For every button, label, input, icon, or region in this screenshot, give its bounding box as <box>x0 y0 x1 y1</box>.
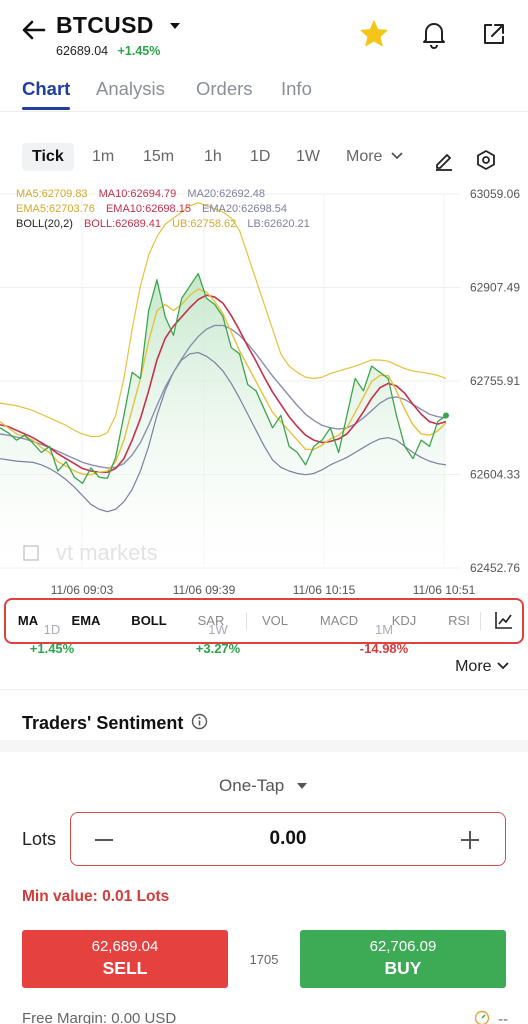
spread-value: 1705 <box>249 952 279 967</box>
buy-price: 62,706.09 <box>369 938 437 955</box>
last-price-dot <box>443 412 449 419</box>
price-chart[interactable]: 63059.06 62907.49 62755.91 62604.33 62452.76… <box>0 182 528 602</box>
sentiment-heading: Traders' Sentiment <box>22 713 208 734</box>
margin-right: -- <box>474 1010 508 1024</box>
caret-down-icon[interactable] <box>167 18 183 34</box>
lots-input[interactable]: 0.00 <box>71 828 505 850</box>
star-icon[interactable] <box>358 18 390 50</box>
legend-boll-value: BOLL:62689.41 <box>83 218 162 230</box>
timeframe-more-label: More <box>346 148 383 165</box>
timeframe-1h[interactable]: 1h <box>204 148 222 166</box>
margin-right-value: -- <box>498 1011 508 1024</box>
sentiment-title: Traders' Sentiment <box>22 713 184 733</box>
legend-ema: EMA5:62703.76 EMA10:62698.15 EMA20:62698… <box>16 203 295 215</box>
timeframe-15m[interactable]: 15m <box>143 148 174 166</box>
performance-more[interactable]: More <box>455 658 510 676</box>
legend-ma: MA5:62709.83 MA10:62694.79 MA20:62692.48 <box>16 188 273 200</box>
perf-label: 1M <box>374 622 394 637</box>
perf-label: 1W <box>208 622 228 637</box>
buy-label: BUY <box>384 958 422 978</box>
draw-pencil-icon[interactable] <box>432 148 456 172</box>
perf-value: -14.98% <box>359 641 409 656</box>
min-value-warning: Min value: 0.01 Lots <box>22 888 170 905</box>
legend-ma20: MA20:62692.48 <box>187 188 266 200</box>
header: BTCUSD 62689.04 +1.45% <box>0 0 528 66</box>
legend-ma5: MA5:62709.83 <box>16 188 88 200</box>
x-tick-label: 11/06 09:03 <box>51 583 114 597</box>
perf-1m: 1M -14.98% <box>360 622 408 656</box>
bell-icon[interactable] <box>418 18 450 50</box>
timeframe-1d[interactable]: 1D <box>250 148 270 166</box>
performance-more-label: More <box>455 658 492 675</box>
legend-ema10: EMA10:62698.15 <box>105 203 191 215</box>
x-tick-label: 11/06 10:15 <box>293 583 356 597</box>
sell-price: 62,689.04 <box>91 938 159 955</box>
section-divider <box>0 740 528 752</box>
tab-analysis[interactable]: Analysis <box>96 78 165 100</box>
legend-lb: LB:62620.21 <box>247 218 310 230</box>
order-type-select[interactable]: One-Tap <box>0 776 528 796</box>
sell-button[interactable]: 62,689.04 SELL <box>22 930 228 988</box>
chevron-down-icon <box>497 662 509 670</box>
timeframe-tick[interactable]: Tick <box>22 143 74 171</box>
lots-label: Lots <box>22 829 57 849</box>
perf-1d: 1D +1.45% <box>30 622 74 656</box>
sell-label: SELL <box>102 958 148 978</box>
order-type-label: One-Tap <box>219 776 285 795</box>
caret-down-icon <box>296 783 307 789</box>
chevron-down-icon <box>391 152 403 160</box>
perf-1w: 1W +3.27% <box>196 622 240 656</box>
settings-hexagon-icon[interactable] <box>474 148 498 172</box>
external-link-icon[interactable] <box>478 18 510 50</box>
header-price: 62689.04 <box>56 44 109 58</box>
plus-icon[interactable] <box>469 831 471 849</box>
legend-ema5: EMA5:62703.76 <box>16 203 95 215</box>
main-tabs: Chart Analysis Orders Info <box>0 72 528 112</box>
watermark-logo: vt markets <box>56 540 157 565</box>
y-tick-label: 63059.06 <box>470 187 520 201</box>
y-tick-label: 62755.91 <box>470 374 520 388</box>
legend-ma10: MA10:62694.79 <box>98 188 177 200</box>
perf-value: +3.27% <box>195 641 241 656</box>
legend-boll-label: BOLL(20,2) <box>16 218 73 230</box>
header-change: +1.45% <box>117 44 161 58</box>
perf-value: +1.45% <box>29 641 75 656</box>
chart-svg[interactable]: 63059.06 62907.49 62755.91 62604.33 62452.76… <box>0 182 528 602</box>
x-tick-label: 11/06 09:39 <box>173 583 236 597</box>
x-tick-label: 11/06 10:51 <box>413 583 476 597</box>
perf-label: 1D <box>43 622 61 637</box>
tab-info[interactable]: Info <box>281 78 312 100</box>
buy-button[interactable]: 62,706.09 BUY <box>300 930 506 988</box>
free-margin: Free Margin: 0.00 USD <box>22 1010 177 1024</box>
symbol-title[interactable]: BTCUSD <box>56 12 154 39</box>
lots-stepper[interactable]: 0.00 <box>70 812 506 866</box>
y-tick-label: 62452.76 <box>470 561 520 575</box>
performance-row: 1D +1.45% 1W +3.27% 1M -14.98% More <box>0 618 528 690</box>
y-tick-label: 62604.33 <box>470 468 520 482</box>
header-price-line: 62689.04 +1.45% <box>56 44 160 58</box>
back-arrow-icon[interactable] <box>18 14 50 46</box>
legend-ema20: EMA20:62698.54 <box>202 203 288 215</box>
timeframe-1m[interactable]: 1m <box>92 148 114 166</box>
legend-ub: UB:62758.62 <box>172 218 237 230</box>
legend-boll: BOLL(20,2) BOLL:62689.41 UB:62758.62 LB:… <box>16 218 318 230</box>
info-icon[interactable] <box>191 713 208 730</box>
gauge-icon <box>474 1010 490 1024</box>
timeframe-1w[interactable]: 1W <box>296 148 320 166</box>
timeframe-row: Tick 1m 15m 1h 1D 1W More <box>0 140 528 180</box>
tab-orders[interactable]: Orders <box>196 78 253 100</box>
tab-underline <box>22 107 70 110</box>
timeframe-more[interactable]: More <box>346 148 404 166</box>
tab-chart[interactable]: Chart <box>22 78 70 100</box>
y-tick-label: 62907.49 <box>470 281 520 295</box>
